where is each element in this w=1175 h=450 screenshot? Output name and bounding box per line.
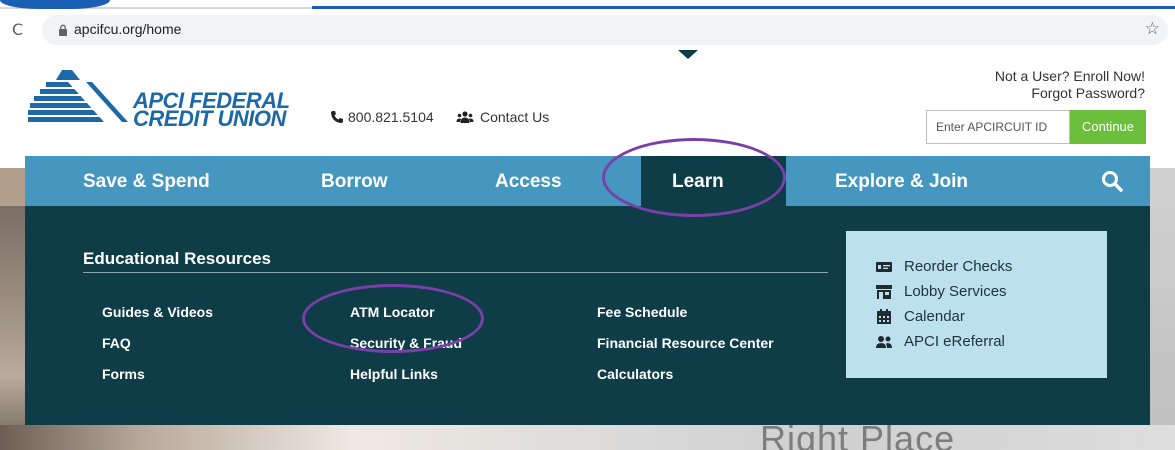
nav-save-spend[interactable]: Save & Spend (83, 156, 210, 206)
hero-image-edge-right-top (1150, 168, 1175, 206)
url-box[interactable]: apcifcu.org/home ☆ (42, 15, 1168, 45)
quick-link-calendar[interactable]: Calendar (876, 308, 965, 325)
nav-active-caret (678, 50, 698, 59)
forgot-password-link[interactable]: Forgot Password? (995, 85, 1145, 102)
hero-image-edge-left-top (0, 168, 25, 206)
nav-explore-join[interactable]: Explore & Join (835, 156, 968, 206)
logo-wordmark: APCI FEDERAL CREDIT UNION (133, 90, 290, 131)
link-financial-resource-center[interactable]: Financial Resource Center (597, 335, 774, 351)
link-atm-locator[interactable]: ATM Locator (350, 304, 435, 320)
apcircuit-id-input[interactable]: Enter APCIRCUIT ID (926, 110, 1070, 144)
dropdown-section-title: Educational Resources (83, 249, 272, 268)
nav-learn[interactable]: Learn (672, 156, 724, 206)
enroll-link[interactable]: Not a User? Enroll Now! (995, 68, 1145, 85)
store-icon (876, 284, 892, 299)
quick-link-label: Lobby Services (904, 283, 1007, 300)
reload-icon[interactable]: C (12, 22, 28, 38)
browser-tab-active-indicator (312, 6, 1175, 9)
dropdown-divider (83, 272, 828, 273)
money-check-icon (876, 261, 892, 272)
users-icon (456, 111, 474, 123)
address-bar: C apcifcu.org/home ☆ (0, 12, 1175, 52)
search-icon[interactable] (1101, 170, 1123, 192)
hero-image-bottom (0, 425, 1175, 450)
quick-link-apci-ereferral[interactable]: APCI eReferral (876, 333, 1005, 350)
hero-image-edge-left (0, 206, 25, 450)
page: C apcifcu.org/home ☆ APCI FEDERAL CREDIT… (0, 0, 1175, 450)
link-helpful-links[interactable]: Helpful Links (350, 366, 438, 382)
hero-image-edge-right (1150, 206, 1175, 450)
phone-icon (331, 111, 343, 123)
apci-logo[interactable]: APCI FEDERAL CREDIT UNION (28, 68, 293, 131)
user-friends-icon (876, 335, 892, 348)
contact-us-link[interactable]: Contact Us (456, 109, 549, 125)
browser-tab-strip (0, 0, 1175, 12)
link-security-fraud[interactable]: Security & Fraud (350, 335, 462, 351)
lock-icon (59, 24, 67, 36)
account-links: Not a User? Enroll Now! Forgot Password? (995, 68, 1145, 102)
nav-borrow[interactable]: Borrow (321, 156, 388, 206)
quick-link-label: Calendar (904, 308, 965, 325)
link-faq[interactable]: FAQ (102, 335, 131, 351)
quick-link-reorder-checks[interactable]: Reorder Checks (876, 258, 1012, 275)
quick-link-label: APCI eReferral (904, 333, 1005, 350)
contact-us-label: Contact Us (480, 109, 550, 125)
logo-line-2: CREDIT UNION (133, 106, 286, 131)
quick-link-lobby-services[interactable]: Lobby Services (876, 283, 1007, 300)
site-header: APCI FEDERAL CREDIT UNION 800.821.5104 C… (0, 52, 1175, 156)
link-forms[interactable]: Forms (102, 366, 145, 382)
link-calculators[interactable]: Calculators (597, 366, 673, 382)
main-nav: Save & Spend Borrow Access Learn Explore… (25, 156, 1150, 206)
url-text[interactable]: apcifcu.org/home (74, 21, 181, 37)
quick-links-panel: Reorder Checks Lobby Services Calendar A… (846, 231, 1107, 378)
logo-stripes-icon (28, 70, 128, 122)
link-guides-videos[interactable]: Guides & Videos (102, 304, 213, 320)
calendar-icon (877, 308, 891, 324)
link-fee-schedule[interactable]: Fee Schedule (597, 304, 687, 320)
learn-dropdown-menu: Educational Resources Guides & Videos FA… (25, 206, 1150, 425)
continue-button[interactable]: Continue (1070, 110, 1146, 144)
bookmark-star-icon[interactable]: ☆ (1145, 19, 1160, 39)
quick-link-label: Reorder Checks (904, 258, 1013, 275)
phone-number: 800.821.5104 (348, 109, 434, 125)
nav-access[interactable]: Access (495, 156, 562, 206)
phone-link[interactable]: 800.821.5104 (330, 109, 434, 125)
